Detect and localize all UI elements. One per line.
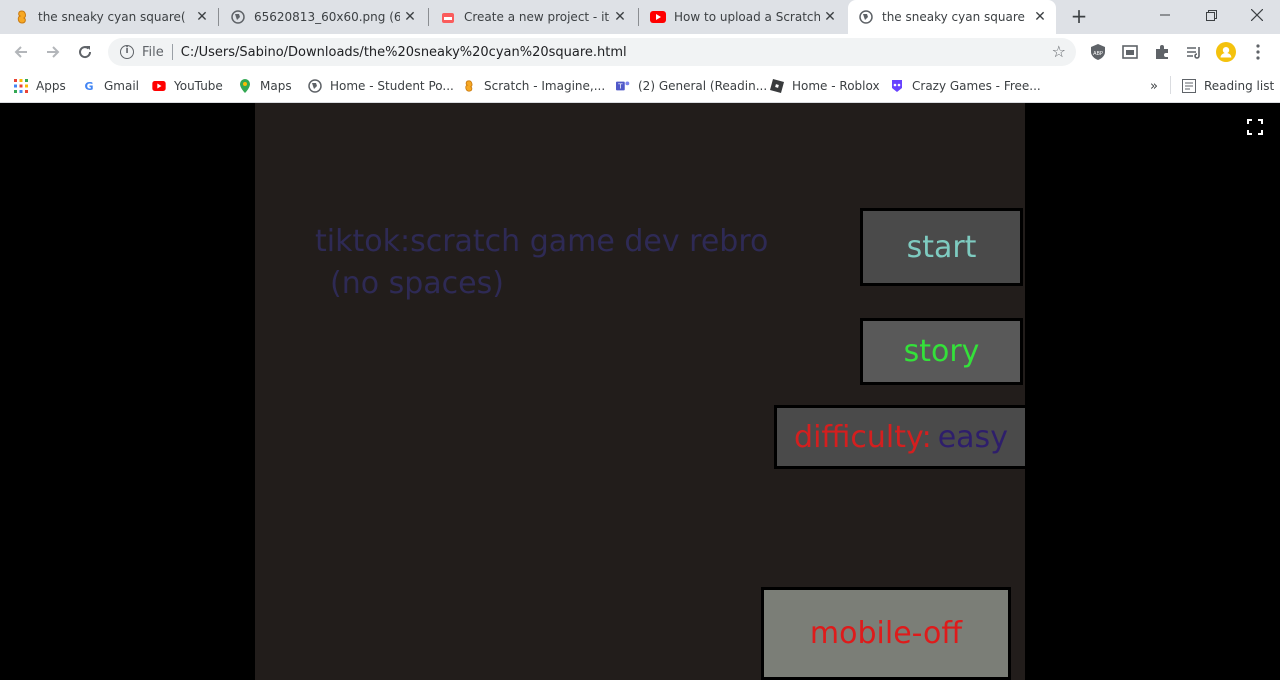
bookmarks-bar: Apps G Gmail YouTube Maps Home - Student… xyxy=(0,70,1280,103)
tab-itch[interactable]: Create a new project - itch. ✕ xyxy=(440,0,636,34)
url-text[interactable]: C:/Users/Sabino/Downloads/the%20sneaky%2… xyxy=(181,45,627,60)
fullscreen-icon[interactable] xyxy=(1247,119,1263,135)
story-button[interactable]: story xyxy=(860,318,1023,385)
bookmark-label: Home - Student Po... xyxy=(330,79,454,93)
bookmark-label: Apps xyxy=(36,79,66,93)
info-icon[interactable]: i xyxy=(120,45,134,59)
close-icon[interactable]: ✕ xyxy=(822,9,838,25)
close-window-button[interactable] xyxy=(1234,0,1280,30)
tab-divider xyxy=(218,8,219,26)
maps-pin-icon xyxy=(238,79,252,93)
game-stage[interactable]: tiktok:scratch game dev rebro (no spaces… xyxy=(255,103,1025,680)
svg-text:T: T xyxy=(617,83,623,91)
roblox-icon xyxy=(770,79,784,93)
reload-button[interactable] xyxy=(72,39,98,65)
tab-title: the sneaky cyan square(mo xyxy=(38,10,186,24)
minimize-button[interactable] xyxy=(1142,0,1188,30)
bookmark-label: Maps xyxy=(260,79,292,93)
close-icon[interactable]: ✕ xyxy=(1032,9,1048,25)
credit-line-2: (no spaces) xyxy=(330,266,504,301)
bookmarks-overflow-button[interactable]: » xyxy=(1150,76,1158,96)
crazygames-icon xyxy=(890,79,904,93)
bookmark-teams[interactable]: T (2) General (Readin... xyxy=(616,76,767,96)
bookmark-label: YouTube xyxy=(174,79,223,93)
bookmarks-divider xyxy=(1170,76,1171,94)
globe-icon xyxy=(308,79,322,93)
bookmark-label: Gmail xyxy=(104,79,140,93)
difficulty-label: difficulty: xyxy=(794,419,932,455)
apps-grid-icon xyxy=(14,79,28,93)
browser-toolbar: i File C:/Users/Sabino/Downloads/the%20s… xyxy=(0,34,1280,70)
svg-text:ABP: ABP xyxy=(1093,51,1103,57)
bookmark-apps[interactable]: Apps xyxy=(14,76,66,96)
tab-divider xyxy=(428,8,429,26)
screen-extension-icon[interactable] xyxy=(1120,42,1140,62)
new-tab-button[interactable]: + xyxy=(1068,5,1090,27)
tab-title: Create a new project - itch. xyxy=(464,10,610,24)
tab-title: the sneaky cyan square xyxy=(882,10,1025,24)
close-icon[interactable]: ✕ xyxy=(194,9,210,25)
credit-text: tiktok:scratch game dev rebro (no spaces… xyxy=(315,221,768,305)
credit-line-1: tiktok:scratch game dev rebro xyxy=(315,224,769,259)
reading-list-icon xyxy=(1182,79,1196,93)
page-viewport: tiktok:scratch game dev rebro (no spaces… xyxy=(0,103,1280,680)
menu-kebab-icon[interactable] xyxy=(1248,42,1268,62)
bookmark-scratch[interactable]: Scratch - Imagine,... xyxy=(462,76,605,96)
bookmark-label: Scratch - Imagine,... xyxy=(484,79,606,93)
shield-extension-icon[interactable]: ABP xyxy=(1088,42,1108,62)
bookmark-youtube[interactable]: YouTube xyxy=(152,76,223,96)
teams-icon: T xyxy=(616,79,630,93)
close-icon[interactable]: ✕ xyxy=(612,9,628,25)
difficulty-button[interactable]: difficulty: easy xyxy=(774,405,1025,469)
forward-button[interactable] xyxy=(40,39,66,65)
bookmark-label: (2) General (Readin... xyxy=(638,79,768,93)
tab-sneaky-active[interactable]: the sneaky cyan square ✕ xyxy=(848,0,1056,34)
globe-icon xyxy=(230,9,246,25)
bookmark-student-portal[interactable]: Home - Student Po... xyxy=(308,76,454,96)
itch-icon xyxy=(440,9,456,25)
tab-png[interactable]: 65620813_60x60.png (60×6 ✕ xyxy=(230,0,426,34)
arrow-left-icon xyxy=(14,46,27,58)
youtube-icon xyxy=(650,9,666,25)
youtube-icon xyxy=(152,79,166,93)
globe-icon xyxy=(858,9,874,25)
bookmark-label: Home - Roblox xyxy=(792,79,880,93)
tab-title: How to upload a Scratch G xyxy=(674,10,820,24)
close-icon[interactable]: ✕ xyxy=(402,9,418,25)
bookmark-gmail[interactable]: G Gmail xyxy=(82,76,139,96)
media-queue-icon[interactable] xyxy=(1184,42,1204,62)
bookmark-label: Crazy Games - Free... xyxy=(912,79,1041,93)
arrow-right-icon xyxy=(47,46,60,58)
tab-youtube[interactable]: How to upload a Scratch G ✕ xyxy=(650,0,846,34)
scratch-icon xyxy=(14,9,30,25)
address-bar[interactable]: i File C:/Users/Sabino/Downloads/the%20s… xyxy=(108,38,1076,66)
bookmark-crazy-games[interactable]: Crazy Games - Free... xyxy=(890,76,1041,96)
tab-divider xyxy=(638,8,639,26)
profile-avatar[interactable] xyxy=(1216,42,1236,62)
bookmark-maps[interactable]: Maps xyxy=(238,76,292,96)
bookmark-roblox[interactable]: Home - Roblox xyxy=(770,76,880,96)
difficulty-value: easy xyxy=(937,419,1008,455)
puzzle-extensions-icon[interactable] xyxy=(1152,42,1172,62)
tab-sneaky-mobile[interactable]: the sneaky cyan square(mo ✕ xyxy=(14,0,218,34)
tab-strip: the sneaky cyan square(mo ✕ 65620813_60x… xyxy=(0,0,1280,34)
reading-list-label: Reading list xyxy=(1204,79,1275,93)
scratch-icon xyxy=(462,79,476,93)
tab-title: 65620813_60x60.png (60×6 xyxy=(254,10,400,24)
scheme-label: File xyxy=(142,44,164,60)
start-button[interactable]: start xyxy=(860,208,1023,286)
address-divider xyxy=(171,44,173,60)
star-icon[interactable]: ☆ xyxy=(1052,43,1066,61)
reload-icon xyxy=(79,46,92,59)
mobile-toggle-button[interactable]: mobile-off xyxy=(761,587,1011,680)
back-button[interactable] xyxy=(8,39,34,65)
restore-button[interactable] xyxy=(1188,0,1234,30)
reading-list-button[interactable]: Reading list xyxy=(1182,76,1274,96)
google-icon: G xyxy=(84,79,94,93)
